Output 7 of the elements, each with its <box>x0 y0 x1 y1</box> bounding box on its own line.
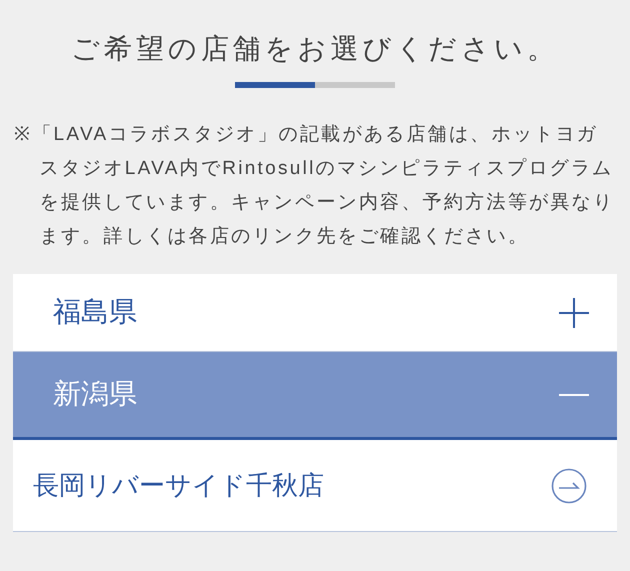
minus-icon <box>559 392 589 396</box>
arrow-circle-icon <box>551 468 587 504</box>
prefecture-header[interactable]: 福島県 <box>13 274 617 352</box>
plus-icon <box>559 298 589 328</box>
note-text: ※「LAVAコラボスタジオ」の記載がある店舗は、ホットヨガスタジオLAVA内でRintosullのマシンピラティスプログラムを提供しています。キャンペーン内容、予約方法等が異なります。詳しくは各店のリンク先をご確認ください。 <box>14 123 616 249</box>
store-link[interactable]: 長岡リバーサイド千秋店 <box>13 440 617 532</box>
page-title: ご希望の店舗をお選びください。 <box>71 33 559 67</box>
